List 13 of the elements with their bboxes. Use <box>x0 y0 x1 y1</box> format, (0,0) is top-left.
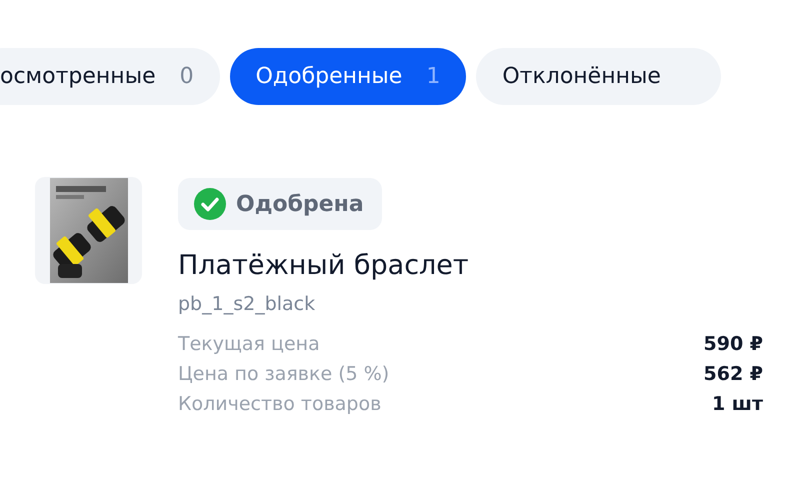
detail-value: 562 ₽ <box>704 363 763 385</box>
detail-value: 1 шт <box>712 393 763 415</box>
product-title: Платёжный браслет <box>178 250 469 281</box>
detail-value: 590 ₽ <box>704 333 763 355</box>
detail-label: Количество товаров <box>178 393 382 415</box>
filter-tab[interactable]: осмотренные 0 <box>0 48 220 105</box>
status-label: Одобрена <box>236 192 364 216</box>
filter-tab[interactable]: Одобренные 1 <box>230 48 466 105</box>
product-sku: pb_1_s2_black <box>178 293 316 315</box>
filter-tab[interactable]: Отклонённые <box>476 48 721 105</box>
detail-label: Текущая цена <box>178 333 320 355</box>
detail-label: Цена по заявке (5 %) <box>178 363 390 385</box>
check-icon <box>194 188 226 220</box>
